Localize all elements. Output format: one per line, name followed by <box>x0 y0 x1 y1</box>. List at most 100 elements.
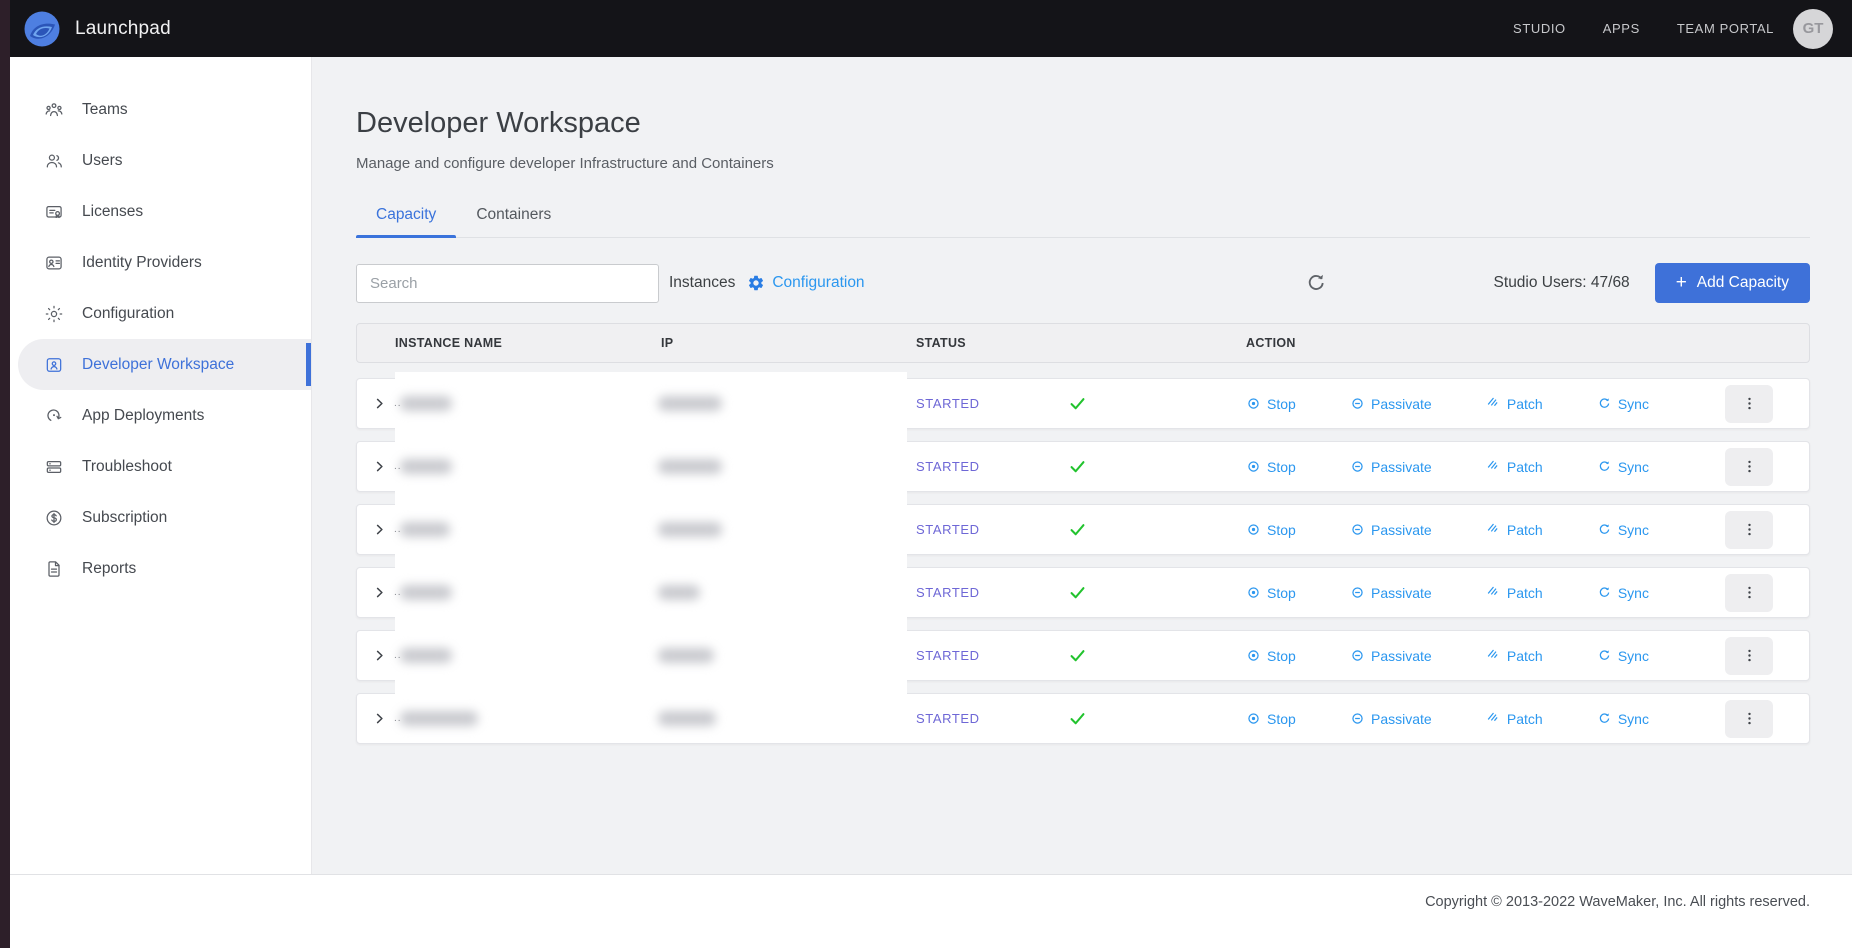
sync-action-link[interactable]: Sync <box>1597 585 1649 601</box>
sync-action-link[interactable]: Sync <box>1597 711 1649 727</box>
identity-icon <box>44 253 64 273</box>
topbar-link-team-portal[interactable]: TEAM PORTAL <box>1677 21 1774 36</box>
row-menu-button[interactable] <box>1725 574 1773 612</box>
passivate-icon <box>1350 648 1365 663</box>
status-cell: STARTED <box>916 583 1246 602</box>
sidebar-item-teams[interactable]: Teams <box>0 84 311 135</box>
sync-icon <box>1597 585 1612 600</box>
stop-icon <box>1246 522 1261 537</box>
teams-icon <box>44 100 64 120</box>
row-actions: Stop Passivate Patch Sync <box>1246 522 1699 538</box>
configuration-icon <box>44 304 64 324</box>
tab-capacity[interactable]: Capacity <box>356 197 456 237</box>
plus-icon: + <box>1676 273 1687 292</box>
status-cell: STARTED <box>916 520 1246 539</box>
stop-action-link[interactable]: Stop <box>1246 648 1296 664</box>
sidebar-item-troubleshoot[interactable]: Troubleshoot <box>0 441 311 492</box>
patch-icon <box>1486 711 1501 726</box>
search-input[interactable] <box>356 264 659 303</box>
sidebar-item-developer-workspace[interactable]: Developer Workspace <box>18 339 311 390</box>
sync-action-link[interactable]: Sync <box>1597 522 1649 538</box>
passivate-action-link[interactable]: Passivate <box>1350 522 1432 538</box>
studio-users-count: Studio Users: 47/68 <box>1494 274 1630 292</box>
chevron-right-icon[interactable] <box>372 396 387 411</box>
launchpad-app: Launchpad STUDIOAPPSTEAM PORTAL GT Teams… <box>0 0 1852 948</box>
stop-action-link[interactable]: Stop <box>1246 459 1296 475</box>
page-title: Developer Workspace <box>356 107 1810 140</box>
patch-action-link[interactable]: Patch <box>1486 585 1543 601</box>
vertical-dots-icon <box>1741 458 1758 475</box>
topbar-link-apps[interactable]: APPS <box>1603 21 1640 36</box>
main-content: Developer Workspace Manage and configure… <box>312 57 1852 874</box>
topbar-link-studio[interactable]: STUDIO <box>1513 21 1566 36</box>
stop-icon <box>1246 396 1261 411</box>
sidebar-item-app-deployments[interactable]: App Deployments <box>0 390 311 441</box>
passivate-action-link[interactable]: Passivate <box>1350 459 1432 475</box>
status-badge: STARTED <box>916 459 1068 474</box>
sync-icon <box>1597 522 1612 537</box>
sync-icon <box>1597 711 1612 726</box>
patch-action-link[interactable]: Patch <box>1486 648 1543 664</box>
patch-icon <box>1486 585 1501 600</box>
redaction-blur-strip <box>395 372 907 738</box>
sidebar-item-subscription[interactable]: Subscription <box>0 492 311 543</box>
sidebar-item-reports[interactable]: Reports <box>0 543 311 594</box>
stop-action-link[interactable]: Stop <box>1246 711 1296 727</box>
passivate-action-link[interactable]: Passivate <box>1350 585 1432 601</box>
sync-action-link[interactable]: Sync <box>1597 459 1649 475</box>
refresh-icon <box>1305 272 1327 294</box>
sidebar-item-label: Identity Providers <box>82 254 202 272</box>
check-icon <box>1068 646 1087 665</box>
add-capacity-button[interactable]: + Add Capacity <box>1655 263 1810 303</box>
patch-action-link[interactable]: Patch <box>1486 711 1543 727</box>
col-instance-name: INSTANCE NAME <box>395 336 661 350</box>
sidebar-item-licenses[interactable]: Licenses <box>0 186 311 237</box>
tab-containers[interactable]: Containers <box>456 197 571 237</box>
window-edge-strip <box>0 0 10 948</box>
stop-icon <box>1246 711 1261 726</box>
table-rows: .. STARTED Stop Passivate Patch Sync .. … <box>356 378 1810 744</box>
stop-action-link[interactable]: Stop <box>1246 396 1296 412</box>
toolbar: Instances Configuration Studio Users: 47… <box>356 263 1810 303</box>
sidebar-item-label: Developer Workspace <box>82 356 234 374</box>
chevron-right-icon[interactable] <box>372 585 387 600</box>
chevron-right-icon[interactable] <box>372 522 387 537</box>
redacted-text-start: .. <box>394 462 402 472</box>
reports-icon <box>44 559 64 579</box>
redacted-text-start: .. <box>394 714 402 724</box>
row-menu-button[interactable] <box>1725 511 1773 549</box>
col-action: ACTION <box>1246 336 1699 350</box>
row-menu-button[interactable] <box>1725 700 1773 738</box>
chevron-right-icon[interactable] <box>372 648 387 663</box>
patch-icon <box>1486 459 1501 474</box>
sidebar-item-configuration[interactable]: Configuration <box>0 288 311 339</box>
status-badge: STARTED <box>916 522 1068 537</box>
passivate-action-link[interactable]: Passivate <box>1350 711 1432 727</box>
patch-action-link[interactable]: Patch <box>1486 522 1543 538</box>
stop-action-link[interactable]: Stop <box>1246 522 1296 538</box>
row-menu-button[interactable] <box>1725 448 1773 486</box>
sync-icon <box>1597 648 1612 663</box>
sync-action-link[interactable]: Sync <box>1597 648 1649 664</box>
refresh-button[interactable] <box>1305 272 1327 294</box>
redacted-instance-name <box>400 396 452 411</box>
passivate-action-link[interactable]: Passivate <box>1350 648 1432 664</box>
chevron-right-icon[interactable] <box>372 459 387 474</box>
check-icon <box>1068 583 1087 602</box>
sidebar-item-users[interactable]: Users <box>0 135 311 186</box>
patch-action-link[interactable]: Patch <box>1486 396 1543 412</box>
sidebar-item-identity-providers[interactable]: Identity Providers <box>0 237 311 288</box>
row-menu-button[interactable] <box>1725 637 1773 675</box>
row-menu-button[interactable] <box>1725 385 1773 423</box>
chevron-right-icon[interactable] <box>372 711 387 726</box>
redacted-instance-name <box>400 522 450 537</box>
user-avatar[interactable]: GT <box>1793 9 1833 49</box>
patch-icon <box>1486 396 1501 411</box>
troubleshoot-icon <box>44 457 64 477</box>
passivate-action-link[interactable]: Passivate <box>1350 396 1432 412</box>
sync-action-link[interactable]: Sync <box>1597 396 1649 412</box>
users-icon <box>44 151 64 171</box>
patch-action-link[interactable]: Patch <box>1486 459 1543 475</box>
stop-action-link[interactable]: Stop <box>1246 585 1296 601</box>
configuration-link[interactable]: Configuration <box>747 274 864 292</box>
